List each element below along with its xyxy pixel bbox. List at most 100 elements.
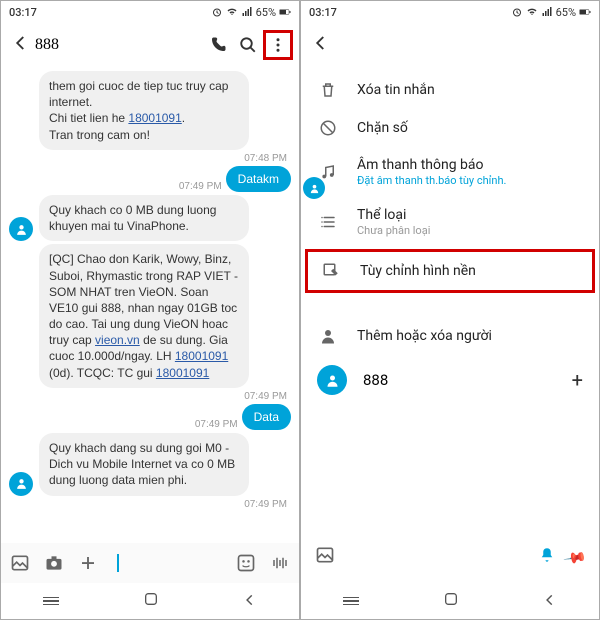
menu-label: Thêm hoặc xóa người [357, 328, 492, 344]
person-icon [15, 223, 28, 236]
timestamp: 07:48 PM [9, 153, 291, 164]
message-row: Quy khach dang su dung goi M0 - Dich vu … [9, 433, 291, 496]
avatar [9, 217, 33, 241]
link[interactable]: vieon.vn [95, 333, 140, 347]
message-row: Quy khach co 0 MB dung luong khuyen mai … [9, 195, 291, 241]
nav-bar [1, 583, 299, 619]
notification-button[interactable] [538, 546, 556, 569]
status-bar: 03:17 65% [1, 1, 299, 23]
menu-label: Thể loại [357, 207, 430, 223]
sticker-icon [236, 553, 256, 573]
nav-recent[interactable] [43, 597, 59, 606]
camera-icon [44, 553, 64, 573]
more-button[interactable] [263, 30, 293, 60]
bottom-toolbar: 📌 [301, 537, 599, 577]
voice-button[interactable] [269, 552, 291, 574]
avatar [9, 472, 33, 496]
nav-home[interactable] [443, 591, 459, 611]
nav-recent[interactable] [343, 597, 359, 606]
chevron-left-icon [243, 593, 257, 607]
person-icon [309, 183, 320, 194]
nav-home[interactable] [143, 591, 159, 611]
status-bar: 03:17 65% [301, 1, 599, 23]
message-row: 07:49 PM Datakm [9, 166, 291, 192]
menu-sound[interactable]: Âm thanh thông báo Đặt âm thanh th.báo t… [301, 147, 599, 197]
image-icon [315, 545, 335, 565]
nav-back[interactable] [243, 592, 257, 611]
message-bubble[interactable]: Quy khach co 0 MB dung luong khuyen mai … [39, 195, 249, 241]
message-row: them goi cuoc de tiep tuc truy cap inter… [9, 71, 291, 150]
message-bubble[interactable]: Quy khach dang su dung goi M0 - Dich vu … [39, 433, 249, 496]
link[interactable]: 18001091 [128, 111, 181, 125]
person-icon [317, 327, 339, 345]
conversation-panel: 03:17 65% 888 them goi cuoc de tiep tuc … [0, 0, 300, 620]
menu-panel: 03:17 65% Xóa tin nhắn Chặn số Âm thanh … [300, 0, 600, 620]
home-icon [143, 591, 159, 607]
menu-sublabel: Chưa phân loại [357, 224, 430, 237]
back-button[interactable] [7, 34, 35, 57]
gallery-button[interactable] [9, 552, 31, 574]
plus-icon [79, 554, 97, 572]
menu-block[interactable]: Chặn số [301, 109, 599, 147]
person-icon [325, 373, 340, 388]
message-row: [QC] Chao don Karik, Wowy, Binz, Suboi, … [9, 244, 291, 388]
camera-button[interactable] [43, 552, 65, 574]
sticker-button[interactable] [235, 552, 257, 574]
status-time: 03:17 [309, 6, 337, 19]
add-contact-button[interactable]: + [572, 368, 583, 392]
battery-text: 65% [556, 6, 576, 19]
link[interactable]: 18001091 [175, 349, 228, 363]
alarm-icon [511, 6, 523, 18]
edit-icon [320, 262, 342, 280]
menu-delete[interactable]: Xóa tin nhắn [301, 71, 599, 109]
signal-icon [241, 6, 253, 18]
compose-bar [1, 543, 299, 583]
menu-wallpaper[interactable]: Tùy chỉnh hình nền [305, 249, 595, 293]
block-icon [317, 119, 339, 137]
message-row: 07:49 PM Data [9, 404, 291, 430]
search-button[interactable] [233, 30, 263, 60]
bell-icon [538, 546, 556, 564]
menu-category[interactable]: Thể loại Chưa phân loại [301, 197, 599, 247]
back-button[interactable] [307, 34, 335, 57]
nav-bar [301, 583, 599, 619]
avatar-peek [303, 177, 325, 199]
status-icons: 65% [511, 6, 591, 19]
timestamp: 07:49 PM [9, 499, 291, 510]
status-icons: 65% [211, 6, 291, 19]
chevron-left-icon [12, 34, 30, 52]
home-icon [443, 591, 459, 607]
avatar [317, 365, 347, 395]
battery-icon [279, 6, 291, 18]
list-icon [317, 213, 339, 231]
signal-icon [541, 6, 553, 18]
timestamp: 07:49 PM [195, 419, 238, 430]
chevron-left-icon [543, 593, 557, 607]
menu-label: Chặn số [357, 120, 408, 136]
menu-people[interactable]: Thêm hoặc xóa người [301, 317, 599, 355]
compose-input[interactable] [117, 554, 119, 572]
phone-icon [209, 36, 227, 54]
battery-text: 65% [256, 6, 276, 19]
menu-label: Tùy chỉnh hình nền [360, 263, 476, 279]
add-button[interactable] [77, 552, 99, 574]
nav-back[interactable] [543, 592, 557, 611]
image-icon [10, 553, 30, 573]
message-bubble[interactable]: them goi cuoc de tiep tuc truy cap inter… [39, 71, 249, 150]
menu-label: Xóa tin nhắn [357, 82, 435, 98]
chat-area[interactable]: them goi cuoc de tiep tuc truy cap inter… [1, 67, 299, 543]
message-bubble[interactable]: Data [242, 404, 291, 430]
chat-title: 888 [35, 36, 203, 54]
contact-row[interactable]: 888 + [301, 355, 599, 405]
message-bubble[interactable]: [QC] Chao don Karik, Wowy, Binz, Suboi, … [39, 244, 249, 388]
message-bubble[interactable]: Datakm [226, 166, 291, 192]
contact-name: 888 [363, 371, 556, 389]
gallery-button[interactable] [315, 545, 335, 569]
menu-sublabel: Đặt âm thanh th.báo tùy chỉnh. [357, 174, 506, 187]
call-button[interactable] [203, 30, 233, 60]
menu-area: Xóa tin nhắn Chặn số Âm thanh thông báo … [301, 67, 599, 583]
pin-button[interactable]: 📌 [566, 548, 585, 567]
battery-icon [579, 6, 591, 18]
search-icon [239, 36, 257, 54]
link[interactable]: 18001091 [156, 366, 209, 380]
